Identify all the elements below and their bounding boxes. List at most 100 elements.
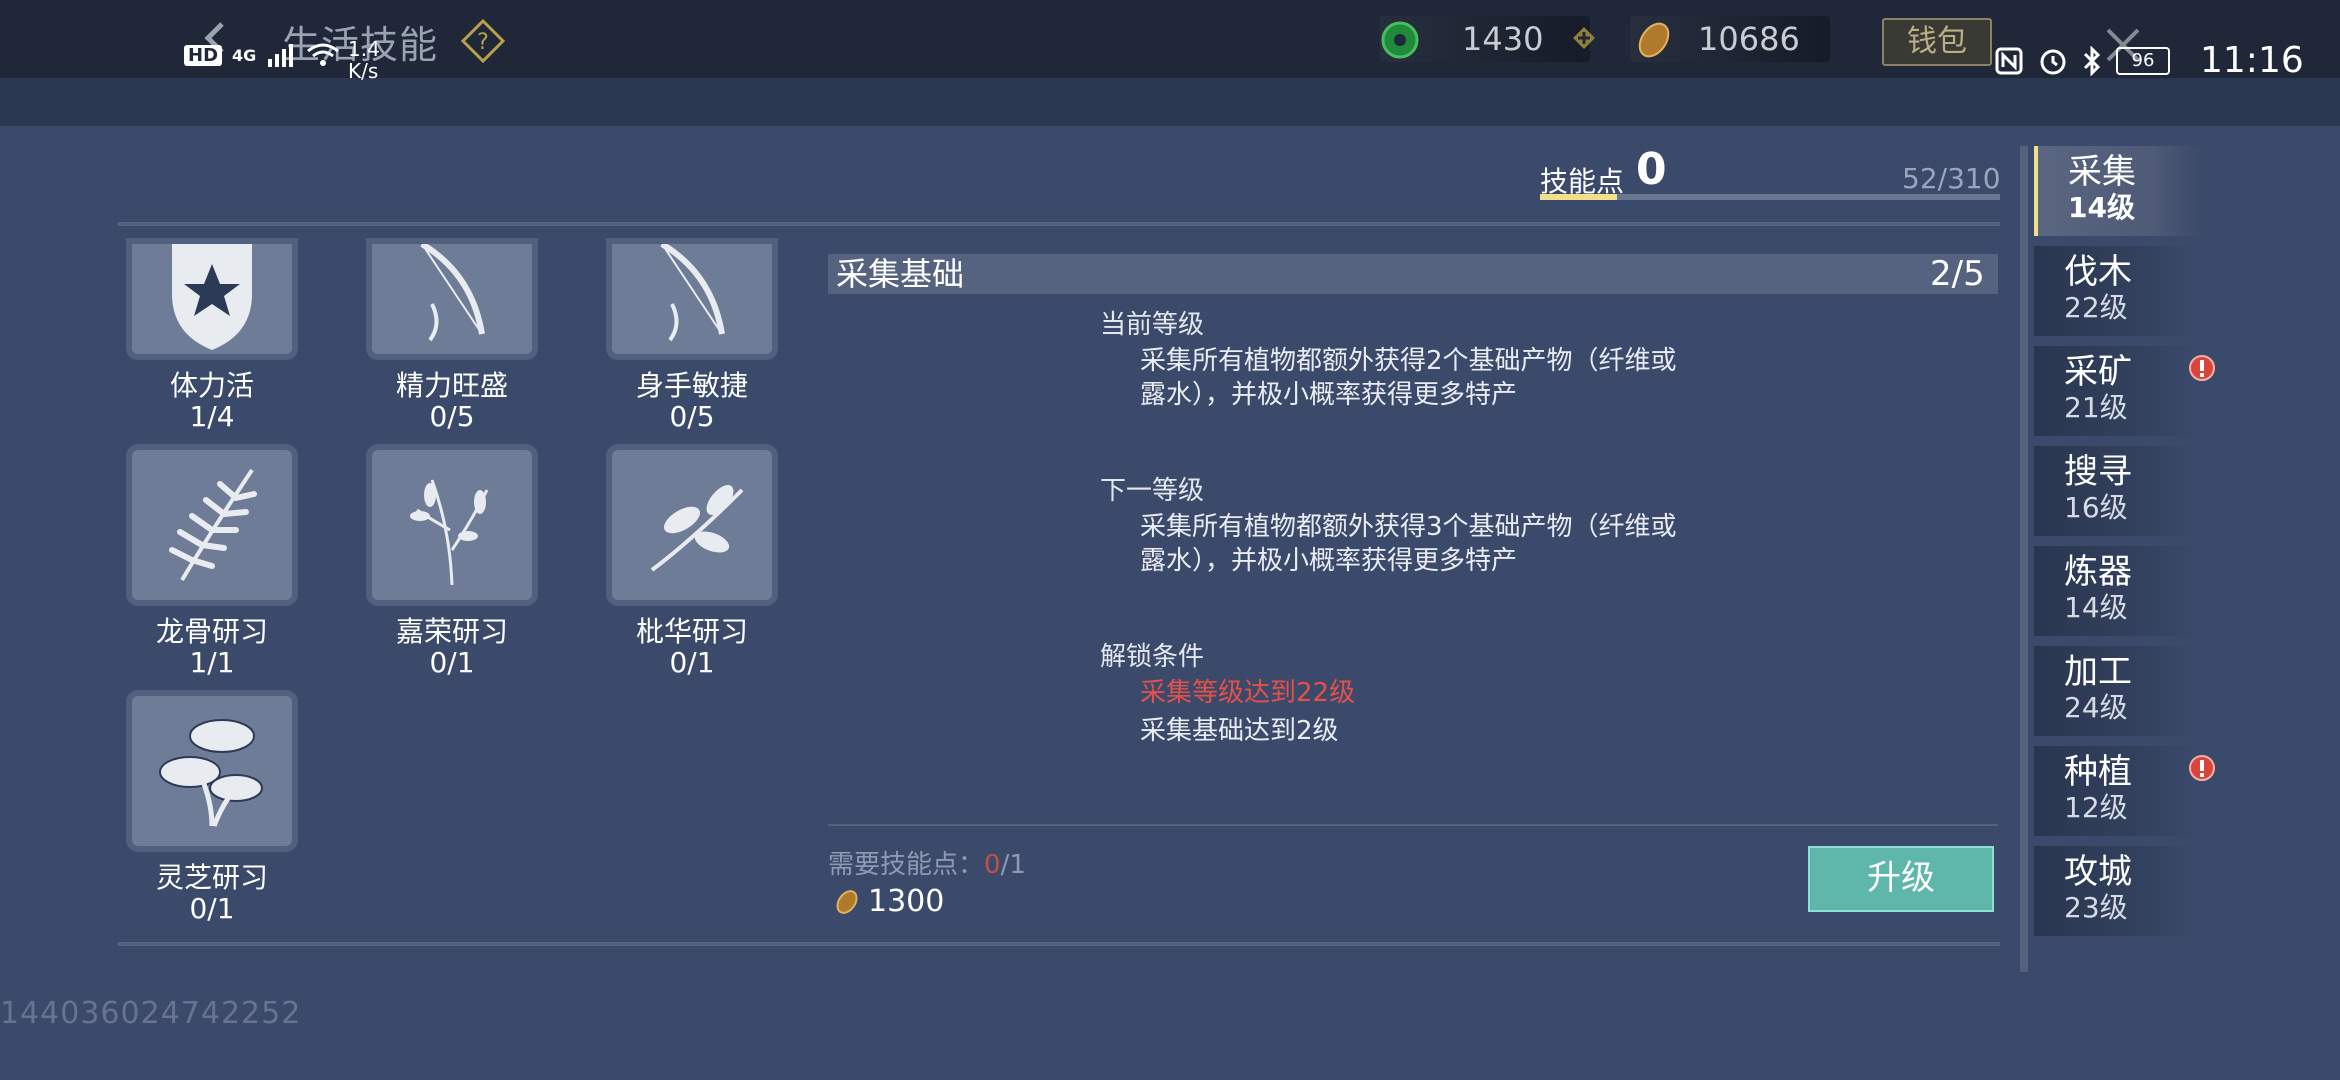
next-level-label: 下一等级 xyxy=(1100,476,1205,506)
alert-icon xyxy=(2189,355,2215,381)
skill-name: 龙骨研习 xyxy=(155,615,268,648)
network-label: 4G xyxy=(232,45,257,65)
tab-4[interactable]: 炼器 14级 xyxy=(2034,546,2198,636)
tab-level: 14级 xyxy=(2064,591,2128,624)
gold-leaf-icon xyxy=(836,889,858,914)
skill-icon-frame xyxy=(612,241,772,354)
bow-icon xyxy=(420,241,485,342)
skill-points-value: 0 xyxy=(1636,144,1667,195)
skill-level: 1/4 xyxy=(189,400,235,433)
skill-shenshou[interactable]: 身手敏捷 0/5 xyxy=(592,241,792,433)
skill-level: 1/1 xyxy=(189,646,235,679)
tab-5[interactable]: 加工 24级 xyxy=(2034,646,2198,736)
unlock-condition-skill: 采集基础达到2级 xyxy=(1140,716,1339,746)
mushroom-icon xyxy=(159,719,263,827)
skill-pihua[interactable]: 枇华研习 0/1 xyxy=(592,450,792,678)
skill-name: 枇华研习 xyxy=(635,615,748,648)
cost-have: 0 xyxy=(984,850,1001,880)
tab-6[interactable]: 种植 12级 xyxy=(2034,746,2215,836)
tab-level: 22级 xyxy=(2064,291,2128,324)
add-currency-icon[interactable] xyxy=(1572,26,1596,50)
tab-1[interactable]: 伐木 22级 xyxy=(2034,246,2198,336)
bottom-divider xyxy=(118,942,2000,946)
skill-name: 精力旺盛 xyxy=(395,369,508,402)
skill-lingzhi[interactable]: 灵芝研习 0/1 xyxy=(112,696,312,924)
detail-title: 采集基础 xyxy=(836,255,965,293)
skill-name: 灵芝研习 xyxy=(155,861,268,894)
herb-icon xyxy=(410,479,489,586)
skill-points-progress: 52/310 xyxy=(1902,162,2001,195)
svg-text:?: ? xyxy=(477,30,489,55)
next-level-text: 采集所有植物都额外获得3个基础产物（纤维或露水），并极小概率获得更多特产 xyxy=(1140,512,1677,576)
hd-badge: HD xyxy=(184,44,223,66)
detail-progress: 2/5 xyxy=(1930,254,1985,294)
skill-level: 0/5 xyxy=(429,400,475,433)
status-bar-left: HD 4G xyxy=(184,42,340,68)
skill-icon-frame xyxy=(132,244,292,354)
jade-currency: 1430 xyxy=(1380,16,1590,62)
tab-level: 16级 xyxy=(2064,491,2128,524)
tab-level: 23级 xyxy=(2064,891,2128,924)
jade-amount: 1430 xyxy=(1462,20,1544,58)
skill-jiarong[interactable]: 嘉荣研习 0/1 xyxy=(352,450,552,678)
cost-need: /1 xyxy=(1000,850,1026,880)
tab-level: 21级 xyxy=(2064,391,2128,424)
gold-leaf-icon xyxy=(1638,22,1670,58)
signal-icon xyxy=(268,44,294,67)
skill-points-bar-fill xyxy=(1540,194,1618,200)
status-bar-right: 96 11:16 xyxy=(1994,40,2304,81)
skill-name: 嘉荣研习 xyxy=(395,615,508,648)
current-level-text: 采集所有植物都额外获得2个基础产物（纤维或露水），并极小概率获得更多特产 xyxy=(1140,346,1677,410)
unlock-label: 解锁条件 xyxy=(1100,642,1205,672)
wifi-icon xyxy=(307,43,340,66)
skill-level: 0/5 xyxy=(669,400,715,433)
tab-name: 炼器 xyxy=(2064,552,2132,592)
top-bar-lower xyxy=(0,78,2340,126)
skill-points-bar xyxy=(1540,194,2000,200)
tab-0[interactable]: 采集 14级 xyxy=(2034,146,2202,236)
net-speed-unit: K/s xyxy=(348,59,379,83)
skill-jingli[interactable]: 精力旺盛 0/5 xyxy=(352,241,552,433)
leaf-branch-icon xyxy=(650,485,744,572)
skill-tili[interactable]: 体力活 1/4 xyxy=(112,244,312,432)
help-icon[interactable]: ? xyxy=(460,18,506,64)
tab-2[interactable]: 采矿 21级 xyxy=(2034,346,2215,436)
tab-name: 加工 xyxy=(2064,652,2132,692)
cost-label-text: 需要技能点： xyxy=(828,850,985,880)
bow-icon xyxy=(660,241,725,342)
cost-divider xyxy=(828,824,1998,826)
tab-name: 种植 xyxy=(2064,752,2132,792)
tab-name: 攻城 xyxy=(2064,852,2132,892)
alert-icon xyxy=(2189,755,2215,781)
wallet-button[interactable]: 钱包 xyxy=(1882,18,1992,66)
bluetooth-icon xyxy=(2083,45,2101,76)
net-speed-value: 1.4 xyxy=(348,37,380,61)
net-speed: 1.4 K/s xyxy=(348,38,380,82)
skill-icon-frame xyxy=(372,450,532,600)
tab-rail xyxy=(2020,146,2028,972)
skill-icon-frame xyxy=(132,696,292,846)
tab-level: 12级 xyxy=(2064,791,2128,824)
detail-header-bar xyxy=(828,254,1998,294)
jade-icon xyxy=(1381,21,1419,59)
required-skill-points: 需要技能点：0/1 xyxy=(828,844,1026,881)
nfc-icon xyxy=(1995,47,2023,74)
skill-name: 体力活 xyxy=(169,369,254,402)
tab-name: 搜寻 xyxy=(2064,452,2132,492)
battery-indicator: 96 xyxy=(2116,46,2170,75)
fern-icon xyxy=(169,468,257,582)
upgrade-button[interactable]: 升级 xyxy=(1808,846,1994,912)
tab-level: 24级 xyxy=(2064,691,2128,724)
skill-icon-frame xyxy=(132,450,292,600)
alarm-icon xyxy=(2040,49,2066,74)
skill-level: 0/1 xyxy=(189,892,235,925)
unlock-condition-level: 采集等级达到22级 xyxy=(1140,678,1356,708)
skill-longgu[interactable]: 龙骨研习 1/1 xyxy=(112,450,312,678)
tab-level: 14级 xyxy=(2068,191,2135,224)
current-level-label: 当前等级 xyxy=(1100,310,1205,340)
tab-3[interactable]: 搜寻 16级 xyxy=(2034,446,2198,536)
gold-cost-value: 1300 xyxy=(868,884,945,919)
tab-name: 采集 xyxy=(2068,152,2136,192)
tab-7[interactable]: 攻城 23级 xyxy=(2034,846,2198,936)
gold-cost: 1300 xyxy=(832,884,944,919)
